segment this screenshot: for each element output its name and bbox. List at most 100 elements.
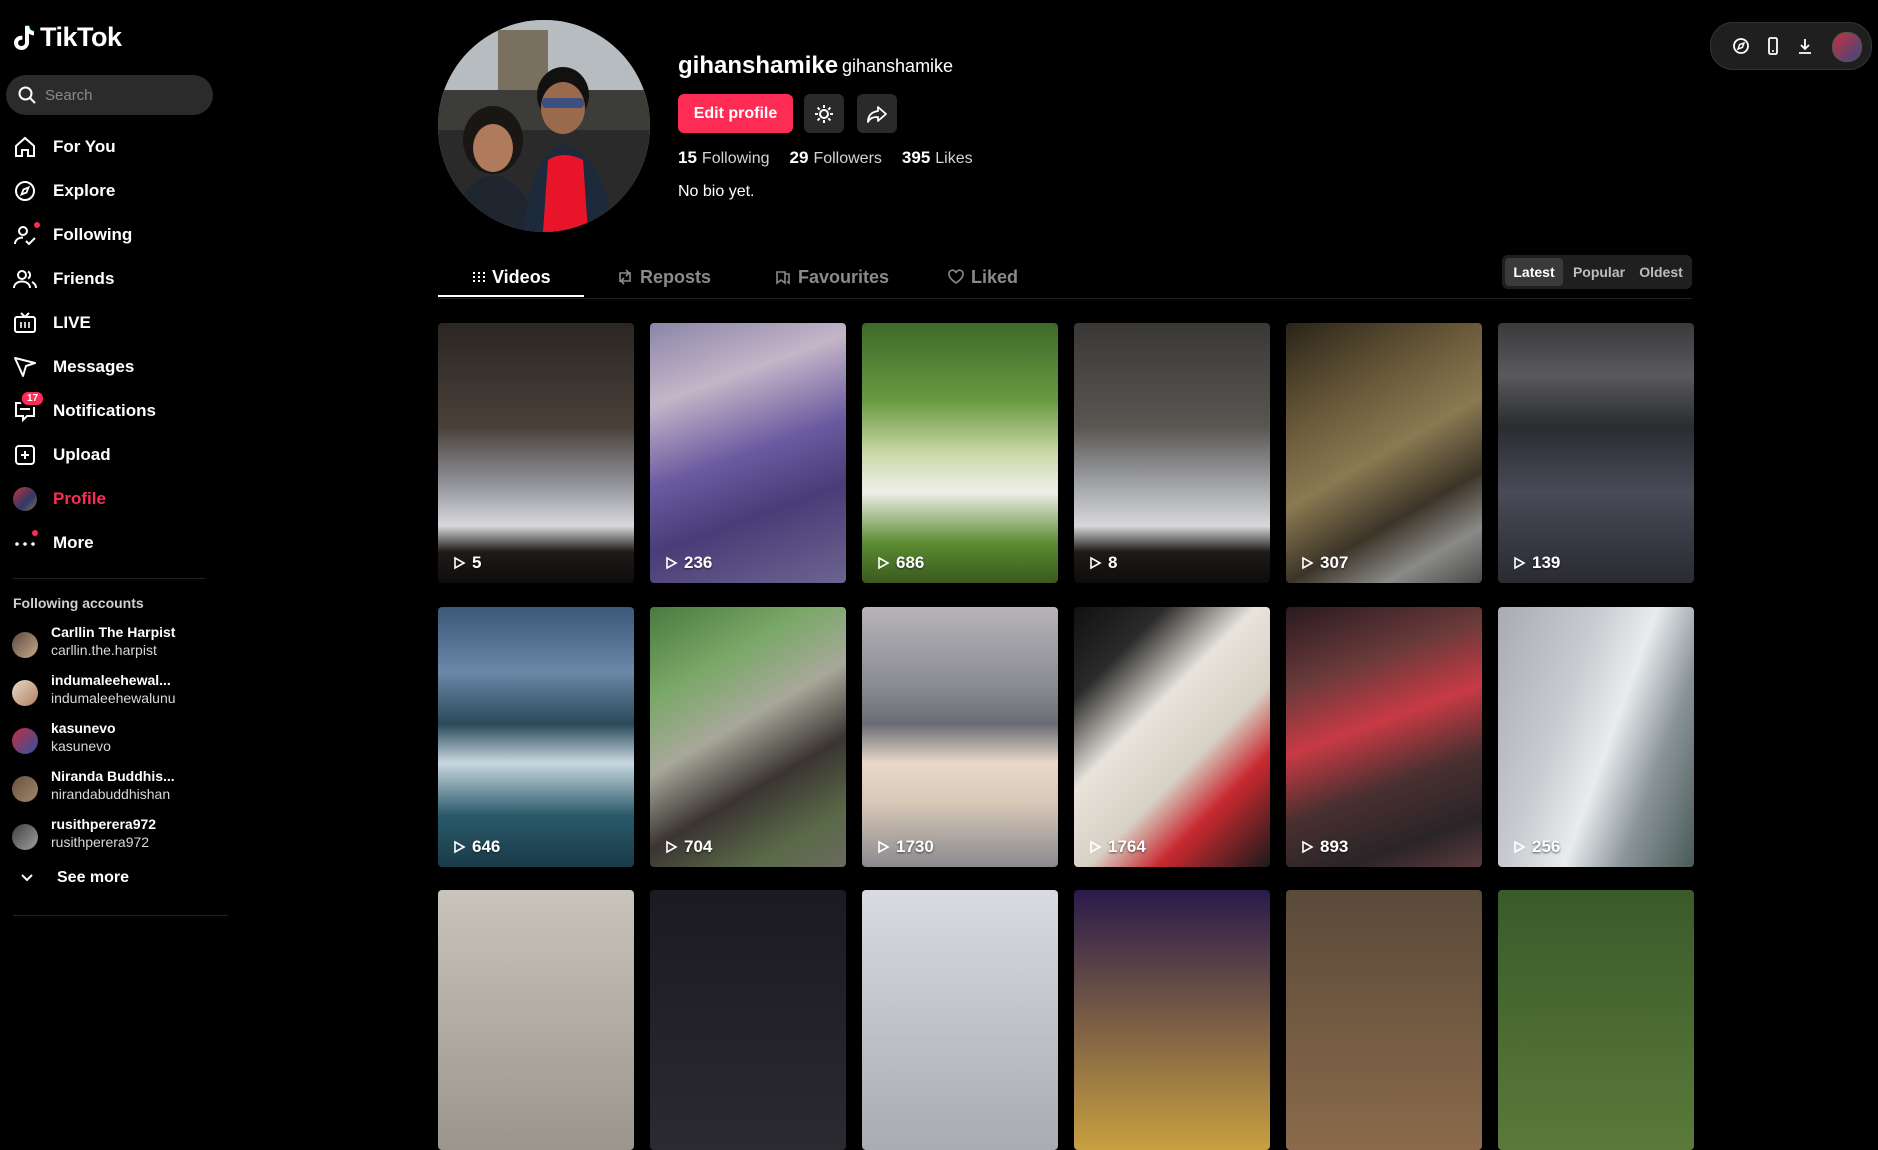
see-more-label: See more [57, 869, 130, 886]
nav-label: More [53, 533, 94, 552]
play-icon [1514, 556, 1526, 570]
bookmark-icon [776, 271, 790, 285]
video-tile[interactable]: 893 [1286, 607, 1482, 867]
view-count: 686 [876, 553, 924, 573]
play-icon [666, 840, 678, 854]
play-icon [1514, 840, 1526, 854]
view-count-value: 1730 [896, 837, 934, 856]
video-tile[interactable]: 236 [650, 323, 846, 583]
nav-label: LIVE [53, 313, 91, 332]
followers-stat[interactable]: 29 Followers [790, 148, 882, 168]
sort-oldest-button[interactable]: Oldest [1634, 258, 1688, 286]
nav-for-you[interactable]: For You [0, 125, 230, 169]
share-button[interactable] [857, 94, 897, 133]
tab-liked[interactable]: Liked [947, 258, 1018, 296]
nav-explore[interactable]: Explore [0, 169, 230, 213]
video-tile[interactable]: 307 [1286, 323, 1482, 583]
active-tab-indicator [438, 295, 584, 297]
messages-icon [12, 354, 38, 380]
main-nav: For You Explore Following Friends LIVE M… [0, 125, 230, 565]
video-tile[interactable] [1498, 890, 1694, 1150]
view-count: 236 [664, 553, 712, 573]
video-tile[interactable]: 256 [1498, 607, 1694, 867]
avatar [12, 728, 38, 754]
see-more-button[interactable]: See more [13, 868, 129, 888]
nav-label: For You [53, 137, 116, 156]
settings-button[interactable] [804, 94, 844, 133]
search-input[interactable]: Search [6, 75, 213, 115]
following-stat[interactable]: 15 Following [678, 148, 770, 168]
nav-label: Upload [53, 445, 111, 464]
video-tile[interactable] [1286, 890, 1482, 1150]
play-icon [1090, 840, 1102, 854]
compass-icon[interactable] [1731, 36, 1751, 56]
account-name: Niranda Buddhis... [51, 768, 175, 784]
search-placeholder: Search [45, 86, 93, 104]
view-count-value: 5 [472, 553, 482, 572]
tiktok-logo[interactable]: TikTok [12, 22, 122, 53]
view-count-value: 307 [1320, 553, 1349, 572]
following-account[interactable]: Carllin The Harpist carllin.the.harpist [0, 622, 230, 670]
nav-live[interactable]: LIVE [0, 301, 230, 345]
nav-more[interactable]: More [0, 521, 230, 565]
video-tile[interactable]: 646 [438, 607, 634, 867]
view-count-value: 139 [1532, 553, 1561, 572]
profile-stats: 15 Following 29 Followers 395 Likes [678, 148, 973, 168]
tab-reposts[interactable]: Reposts [616, 258, 711, 296]
chevron-down-icon [21, 874, 33, 882]
video-tile[interactable] [650, 890, 846, 1150]
video-tile[interactable]: 1764 [1074, 607, 1270, 867]
sort-latest-button[interactable]: Latest [1505, 258, 1563, 286]
sort-popular-button[interactable]: Popular [1566, 258, 1632, 286]
top-right-toolbar [1710, 22, 1872, 70]
sort-segmented-control: Latest Popular Oldest [1502, 255, 1692, 289]
account-handle: rusithperera972 [51, 834, 150, 850]
view-count: 256 [1512, 837, 1560, 857]
following-label: Following [701, 150, 770, 167]
nav-upload[interactable]: Upload [0, 433, 230, 477]
profile-avatar [12, 486, 38, 512]
video-tile[interactable] [438, 890, 634, 1150]
friends-icon [12, 266, 38, 292]
live-icon [12, 310, 38, 336]
play-icon [454, 840, 466, 854]
profile-bio: No bio yet. [678, 183, 755, 200]
nav-messages[interactable]: Messages [0, 345, 230, 389]
video-tile[interactable]: 5 [438, 323, 634, 583]
video-tile[interactable]: 8 [1074, 323, 1270, 583]
following-account[interactable]: rusithperera972 rusithperera972 [0, 814, 230, 862]
nav-profile[interactable]: Profile [0, 477, 230, 521]
avatar [12, 776, 38, 802]
nav-label: Notifications [53, 401, 156, 420]
following-account[interactable]: Niranda Buddhis... nirandabuddhishan [0, 766, 230, 814]
following-accounts-list: Carllin The Harpist carllin.the.harpist … [0, 622, 230, 862]
video-tile[interactable]: 686 [862, 323, 1058, 583]
download-icon[interactable] [1795, 36, 1815, 56]
edit-profile-button[interactable]: Edit profile [678, 94, 793, 133]
phone-icon[interactable] [1763, 36, 1783, 56]
following-account[interactable]: kasunevo kasunevo [0, 718, 230, 766]
tab-favourites[interactable]: Favourites [774, 258, 889, 296]
video-tile[interactable]: 139 [1498, 323, 1694, 583]
repost-icon [619, 269, 631, 285]
video-tile[interactable] [862, 890, 1058, 1150]
avatar [12, 824, 38, 850]
view-count: 704 [664, 837, 712, 857]
tab-videos[interactable]: Videos [472, 258, 551, 296]
nav-following[interactable]: Following [0, 213, 230, 257]
nav-friends[interactable]: Friends [0, 257, 230, 301]
video-tile[interactable]: 704 [650, 607, 846, 867]
user-avatar[interactable] [1832, 32, 1862, 62]
following-account[interactable]: indumaleehewal... indumaleehewalunu [0, 670, 230, 718]
compass-icon [12, 178, 38, 204]
video-tile[interactable]: 1730 [862, 607, 1058, 867]
video-tile[interactable] [1074, 890, 1270, 1150]
view-count-value: 686 [896, 553, 925, 572]
view-count: 8 [1088, 553, 1117, 573]
view-count: 5 [452, 553, 481, 573]
logo-text: TikTok [40, 22, 122, 52]
play-icon [1090, 556, 1102, 570]
nav-label: Profile [53, 489, 106, 508]
nav-notifications[interactable]: 17 Notifications [0, 389, 230, 433]
tab-label: Favourites [798, 266, 890, 287]
